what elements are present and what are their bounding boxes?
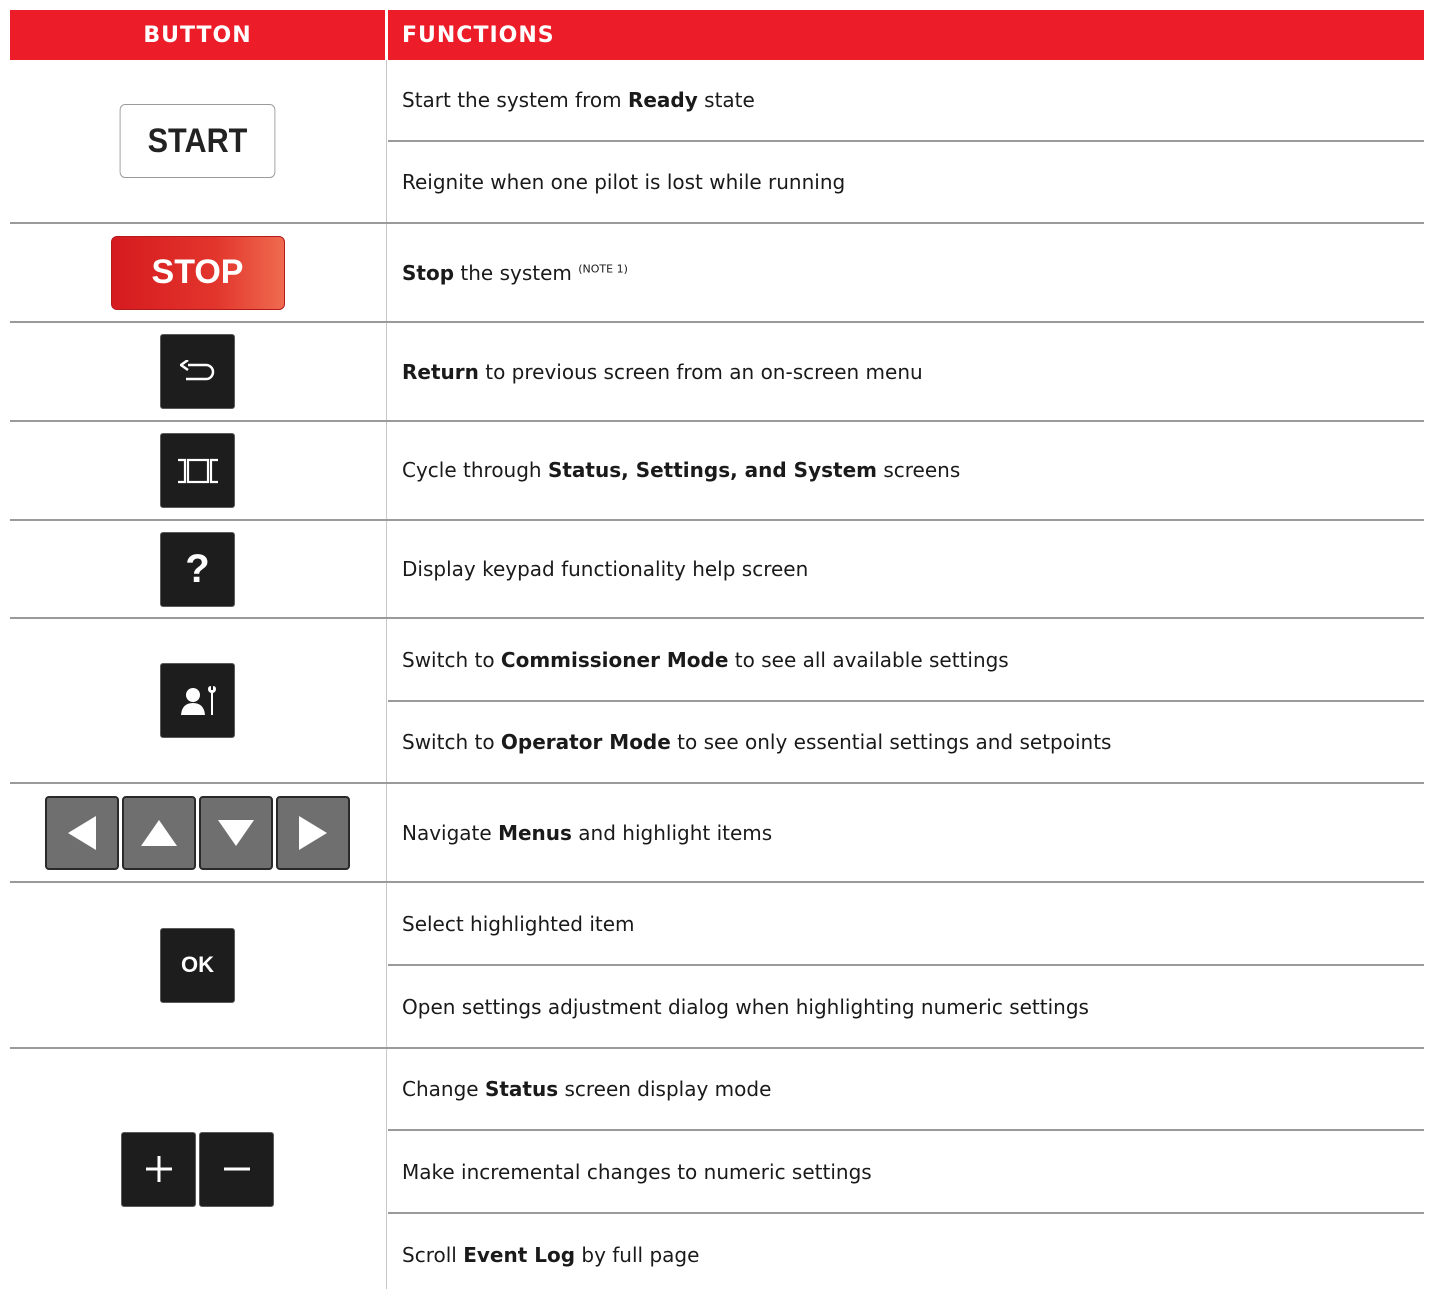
mode-button[interactable]	[160, 663, 235, 738]
return-button[interactable]	[160, 334, 235, 409]
question-mark-icon: ?	[185, 546, 210, 591]
function-text: Select highlighted item	[402, 912, 635, 936]
up-arrow-icon	[141, 819, 177, 846]
function-text: Stop the system (NOTE 1)	[402, 261, 628, 285]
left-arrow-button[interactable]	[45, 795, 119, 870]
minus-button[interactable]	[199, 1131, 274, 1207]
minus-icon	[223, 1167, 250, 1171]
cycle-cell	[10, 422, 385, 519]
header-functions-column: FUNCTIONS	[388, 10, 1424, 60]
plus-minus-cell	[10, 1049, 385, 1289]
row-divider	[388, 1212, 1424, 1214]
ok-cell: OK	[10, 883, 385, 1047]
function-text: Navigate Menus and highlight items	[402, 821, 773, 845]
header-button-column: BUTTON	[10, 10, 385, 60]
plus-icon	[145, 1156, 172, 1182]
right-arrow-icon	[299, 815, 327, 850]
function-text: Make incremental changes to numeric sett…	[402, 1160, 872, 1184]
mode-cell	[10, 619, 385, 782]
function-text: Start the system from Ready state	[402, 88, 755, 112]
return-cell	[10, 323, 385, 420]
function-text: Return to previous screen from an on-scr…	[402, 360, 923, 384]
down-arrow-button[interactable]	[199, 795, 273, 870]
row-divider	[388, 700, 1424, 702]
column-divider	[386, 60, 387, 1289]
function-text: Switch to Operator Mode to see only esse…	[402, 730, 1112, 754]
navigation-cell	[10, 784, 385, 881]
row-divider	[388, 140, 1424, 142]
navigation-arrow-group	[45, 795, 350, 870]
plus-minus-group	[121, 1131, 274, 1207]
screen-cycle-icon	[177, 458, 218, 483]
function-text: Display keypad functionality help screen	[402, 557, 809, 581]
function-text: Cycle through Status, Settings, and Syst…	[402, 458, 961, 482]
left-arrow-icon	[68, 815, 96, 850]
up-arrow-button[interactable]	[122, 795, 196, 870]
function-text: Switch to Commissioner Mode to see all a…	[402, 648, 1009, 672]
help-cell: ?	[10, 521, 385, 617]
stop-button[interactable]: STOP	[110, 235, 285, 310]
person-wrench-icon	[180, 685, 216, 715]
function-text: Open settings adjustment dialog when hig…	[402, 995, 1089, 1019]
return-arrow-icon	[179, 359, 214, 380]
function-text: Reignite when one pilot is lost while ru…	[402, 170, 846, 194]
down-arrow-icon	[218, 819, 254, 846]
start-cell: START	[10, 60, 385, 222]
function-text: Change Status screen display mode	[402, 1077, 772, 1101]
stop-cell: STOP	[10, 224, 385, 321]
row-divider	[388, 1129, 1424, 1131]
ok-button[interactable]: OK	[160, 927, 235, 1003]
ok-label: OK	[181, 952, 214, 977]
plus-button[interactable]	[121, 1131, 196, 1207]
note-reference: (NOTE 1)	[578, 262, 628, 276]
right-arrow-button[interactable]	[276, 795, 350, 870]
function-text: Scroll Event Log by full page	[402, 1243, 700, 1267]
row-divider	[388, 964, 1424, 966]
cycle-screens-button[interactable]	[160, 433, 235, 508]
start-button[interactable]: START	[119, 104, 276, 178]
help-button[interactable]: ?	[160, 531, 235, 607]
